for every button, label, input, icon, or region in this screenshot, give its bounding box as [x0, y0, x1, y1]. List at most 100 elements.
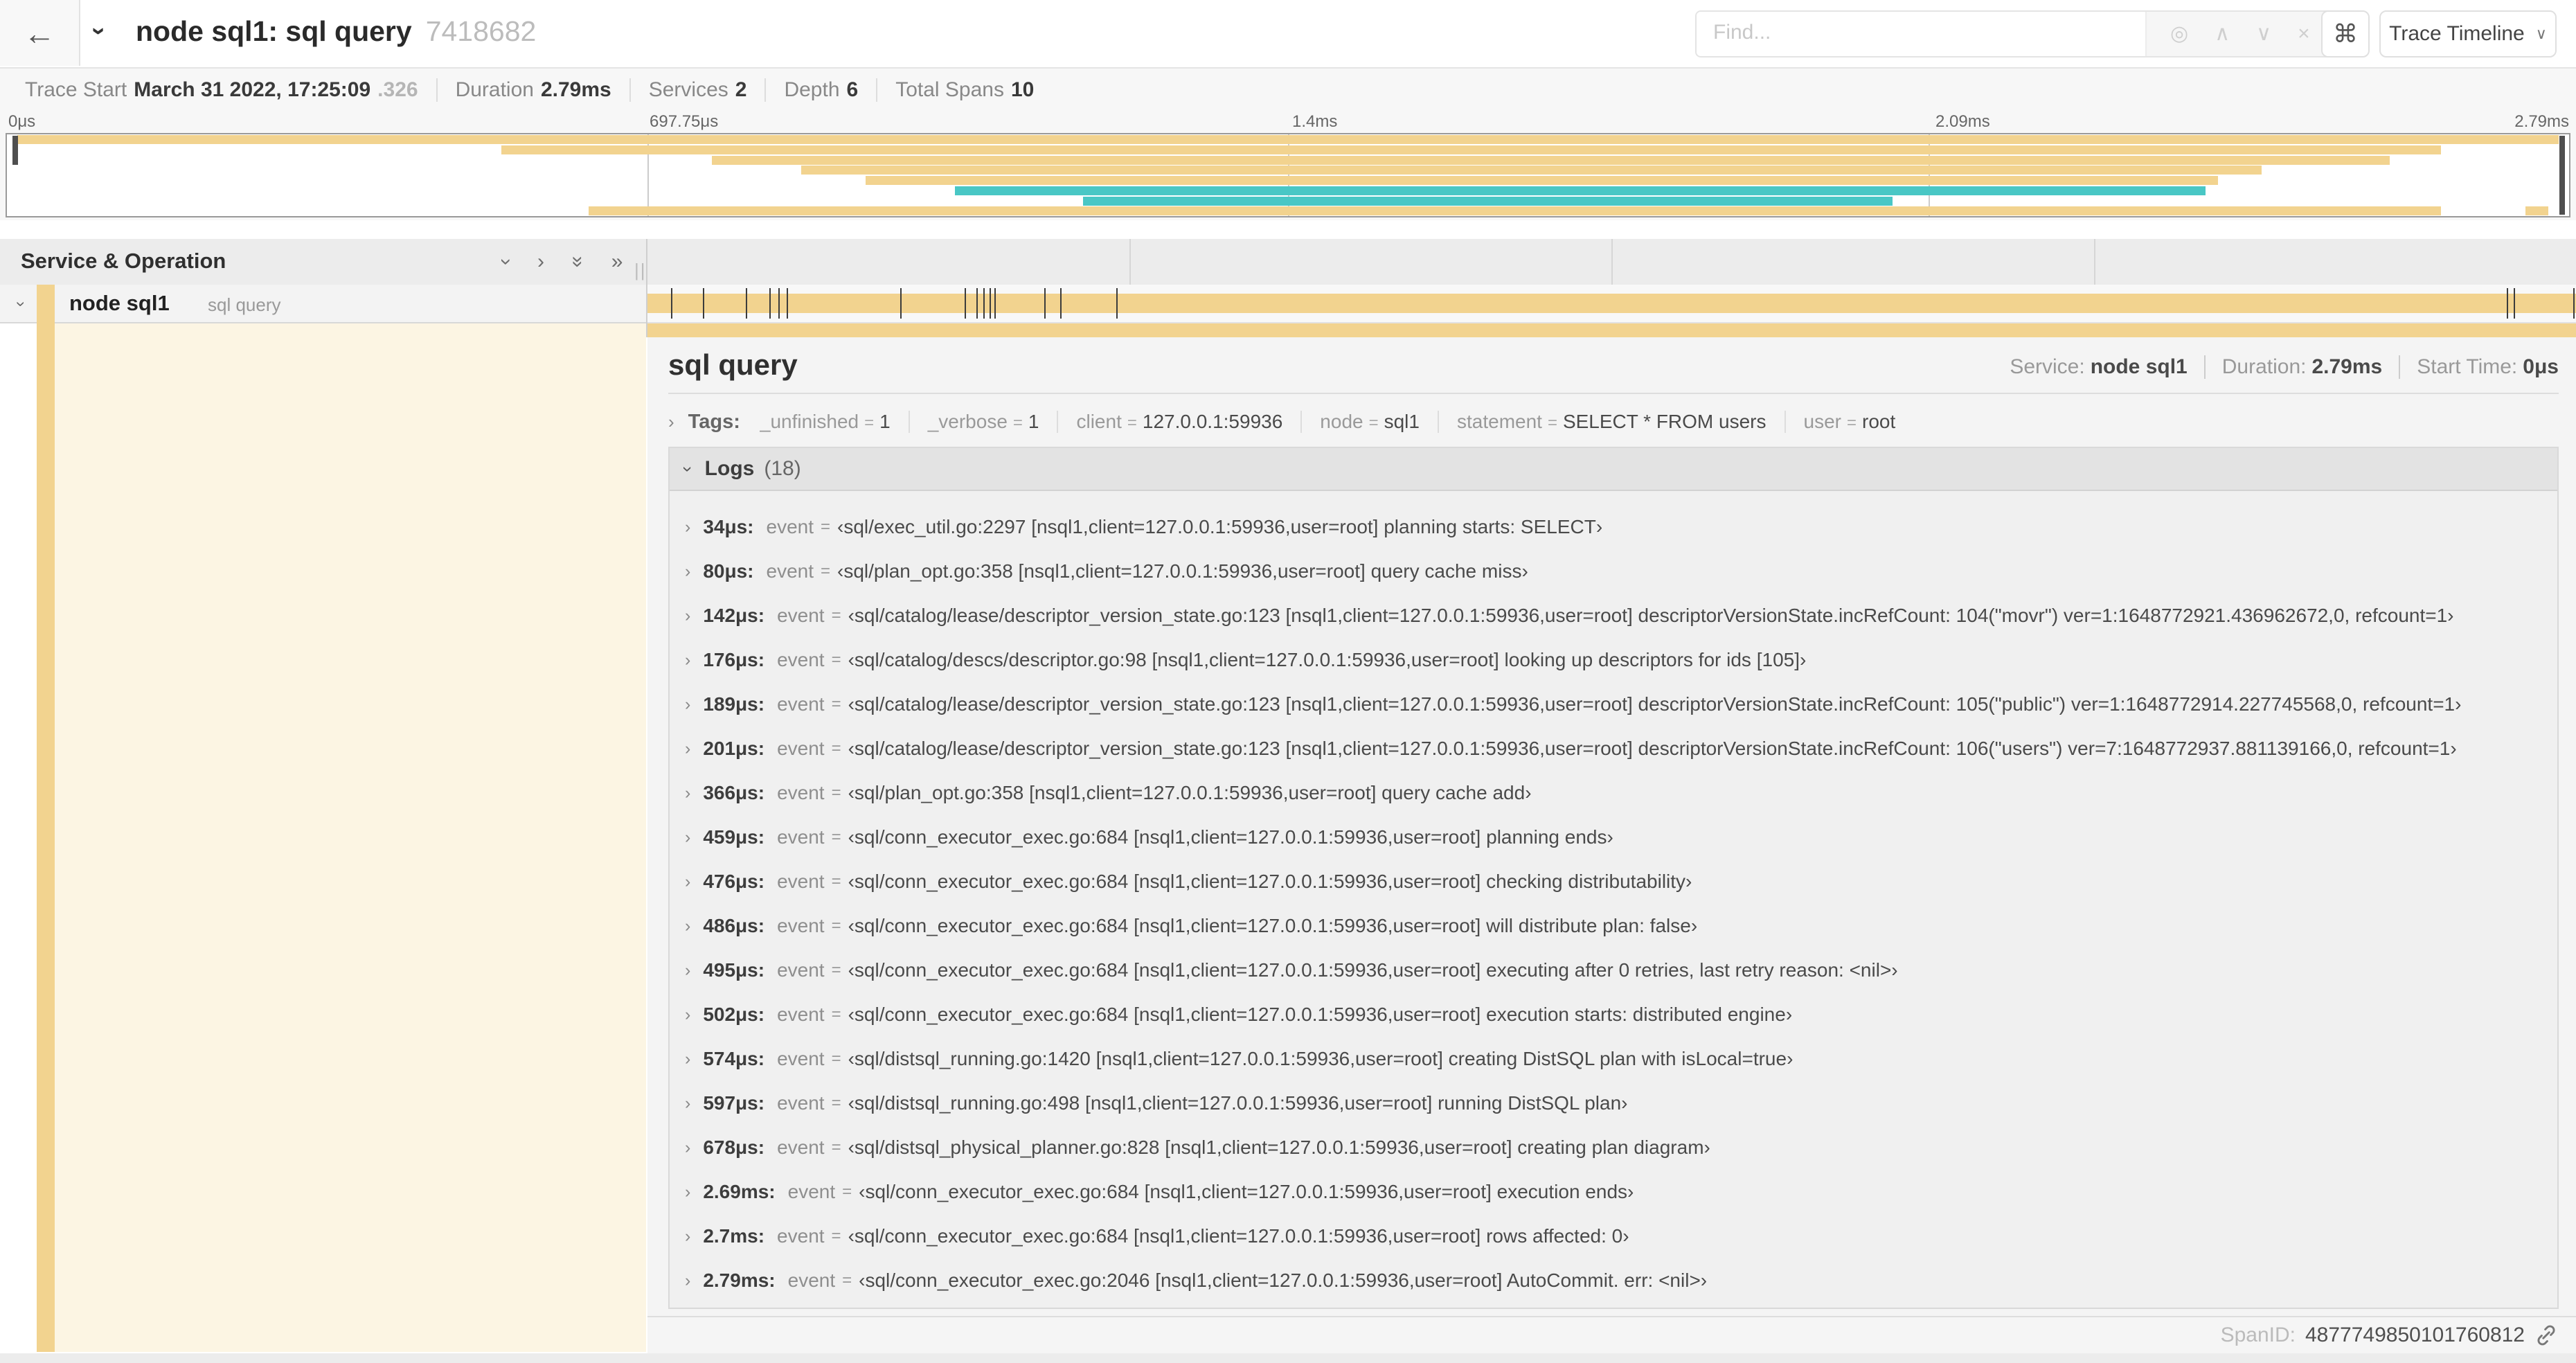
span-detail-panel: sql query Service: node sql1 Duration: 2.7…: [647, 337, 2576, 1339]
log-row[interactable]: › 476μs: event = ‹sql/conn_executor_exec…: [670, 859, 2557, 904]
minimap-span: [2525, 206, 2549, 216]
view-selector-button[interactable]: Trace Timeline ∨: [2379, 10, 2557, 57]
tag-value: sql1: [1384, 411, 1420, 432]
span-detail-header: sql query Service: node sql1 Duration: 2.7…: [668, 337, 2559, 393]
logs-section-toggle[interactable]: › Logs (18): [670, 448, 2557, 491]
tag-key: node: [1320, 411, 1363, 432]
log-field-value: ‹sql/exec_util.go:2297 [nsql1,client=127…: [837, 516, 1603, 537]
command-icon: ⌘: [2333, 19, 2358, 48]
log-row[interactable]: › 486μs: event = ‹sql/conn_executor_exec…: [670, 904, 2557, 948]
log-timestamp: 486μs:: [703, 915, 765, 936]
column-resizer-handle[interactable]: ||: [634, 260, 647, 281]
chevron-right-icon: ›: [685, 783, 691, 803]
equals-sign: =: [831, 916, 841, 935]
expand-all-icon[interactable]: »: [611, 250, 623, 274]
log-row[interactable]: › 201μs: event = ‹sql/catalog/lease/desc…: [670, 727, 2557, 771]
tag-key: statement: [1456, 411, 1542, 432]
chevron-right-icon: ›: [685, 960, 691, 980]
log-row[interactable]: › 142μs: event = ‹sql/catalog/lease/desc…: [670, 594, 2557, 638]
find-clear-icon[interactable]: ×: [2298, 24, 2310, 44]
log-timestamp: 189μs:: [703, 693, 765, 715]
log-row[interactable]: › 189μs: event = ‹sql/catalog/lease/desc…: [670, 682, 2557, 727]
tag-item[interactable]: node = sql1: [1302, 411, 1439, 433]
log-field-value: ‹sql/plan_opt.go:358 [nsql1,client=127.0…: [837, 560, 1528, 582]
minimap-left-scrubber[interactable]: [12, 136, 18, 165]
tag-item[interactable]: _verbose = 1: [910, 411, 1059, 433]
chevron-down-icon[interactable]: ›: [11, 301, 30, 307]
log-row[interactable]: › 2.7ms: event = ‹sql/conn_executor_exec…: [670, 1214, 2557, 1258]
find-input[interactable]: [1697, 12, 2145, 53]
link-icon[interactable]: [2534, 1324, 2558, 1347]
log-timestamp: 366μs:: [703, 782, 765, 803]
log-row[interactable]: › 366μs: event = ‹sql/plan_opt.go:358 [n…: [670, 771, 2557, 815]
log-row[interactable]: › 597μs: event = ‹sql/distsql_running.go…: [670, 1081, 2557, 1125]
log-field-key: event: [766, 516, 814, 537]
span-row-name-column[interactable]: › node sql1 sql query: [0, 285, 646, 323]
log-row[interactable]: › 80μs: event = ‹sql/plan_opt.go:358 [ns…: [670, 549, 2557, 594]
tag-item[interactable]: _unfinished = 1: [760, 411, 910, 433]
log-field-key: event: [777, 782, 825, 803]
log-timestamp: 678μs:: [703, 1137, 765, 1158]
minimap-right-scrubber[interactable]: [2559, 136, 2565, 215]
collapse-one-icon[interactable]: ›: [494, 258, 518, 265]
span-row[interactable]: › node sql1 sql query: [0, 285, 2576, 323]
tag-item[interactable]: user = root: [1786, 411, 1914, 433]
trace-minimap[interactable]: [6, 133, 2570, 217]
find-bar: ◎ ∧ ∨ ×: [1695, 10, 2335, 57]
log-timestamp: 476μs:: [703, 871, 765, 892]
keyboard-shortcuts-button[interactable]: ⌘: [2321, 10, 2370, 57]
tag-item[interactable]: client = 127.0.0.1:59936: [1058, 411, 1303, 433]
log-timestamp: 459μs:: [703, 826, 765, 848]
log-field-value: ‹sql/conn_executor_exec.go:2046 [nsql1,c…: [859, 1270, 1708, 1291]
log-row[interactable]: › 34μs: event = ‹sql/exec_util.go:2297 […: [670, 505, 2557, 549]
services-stat: Services 2: [631, 78, 767, 102]
tag-value: 1: [879, 411, 891, 432]
locate-icon[interactable]: ◎: [2170, 24, 2188, 44]
duration-meta: Duration: 2.79ms: [2206, 355, 2401, 379]
log-row[interactable]: › 502μs: event = ‹sql/conn_executor_exec…: [670, 992, 2557, 1037]
log-row[interactable]: › 2.79ms: event = ‹sql/conn_executor_exe…: [670, 1258, 2557, 1303]
log-marker: [1044, 288, 1046, 319]
log-timestamp: 574μs:: [703, 1048, 765, 1069]
span-id-value: 4877749850101760812: [2305, 1324, 2525, 1346]
log-field-key: event: [777, 605, 825, 626]
span-row-timeline[interactable]: [647, 285, 2576, 323]
log-timestamp: 597μs:: [703, 1092, 765, 1114]
trace-collapse-toggle[interactable]: ›: [86, 17, 114, 46]
find-prev-icon[interactable]: ∧: [2215, 24, 2230, 44]
tag-key: user: [1803, 411, 1841, 432]
log-row[interactable]: › 574μs: event = ‹sql/distsql_running.go…: [670, 1037, 2557, 1081]
minimap-axis: 0μs 697.75μs 1.4ms 2.09ms 2.79ms: [0, 112, 2576, 133]
equals-sign: =: [864, 413, 875, 432]
log-row[interactable]: › 176μs: event = ‹sql/catalog/descs/desc…: [670, 638, 2557, 682]
log-marker: [786, 288, 788, 319]
minimap-span: [955, 186, 2206, 195]
find-next-icon[interactable]: ∨: [2256, 24, 2271, 44]
trace-id: 7418682: [425, 15, 537, 47]
log-row[interactable]: › 459μs: event = ‹sql/conn_executor_exec…: [670, 815, 2557, 859]
expand-one-icon[interactable]: ›: [537, 250, 544, 274]
equals-sign: =: [831, 695, 841, 713]
log-row[interactable]: › 2.69ms: event = ‹sql/conn_executor_exe…: [670, 1170, 2557, 1214]
chevron-right-icon: ›: [685, 694, 691, 714]
span-duration-bar[interactable]: [647, 294, 2576, 313]
log-marker: [983, 288, 985, 319]
chevron-right-icon: ›: [685, 605, 691, 625]
log-timestamp: 176μs:: [703, 649, 765, 670]
view-selector-label: Trace Timeline: [2389, 22, 2525, 45]
log-row[interactable]: › 495μs: event = ‹sql/conn_executor_exec…: [670, 948, 2557, 992]
back-button[interactable]: ←: [0, 0, 80, 66]
log-field-value: ‹sql/distsql_running.go:498 [nsql1,clien…: [848, 1092, 1628, 1114]
chevron-down-icon: ›: [677, 465, 699, 472]
tags-section-toggle[interactable]: › Tags: _unfinished = 1 _verbose = 1 client =…: [668, 404, 2559, 440]
collapse-all-icon[interactable]: »: [566, 256, 589, 268]
log-timestamp: 80μs:: [703, 560, 754, 582]
log-marker: [2514, 288, 2516, 319]
log-field-key: event: [777, 1225, 825, 1247]
tag-value: 127.0.0.1:59936: [1142, 411, 1283, 432]
log-field-key: event: [787, 1181, 836, 1202]
tag-item[interactable]: statement = SELECT * FROM users: [1439, 411, 1786, 433]
chevron-right-icon: ›: [685, 650, 691, 670]
log-row[interactable]: › 678μs: event = ‹sql/distsql_physical_p…: [670, 1125, 2557, 1170]
log-field-value: ‹sql/conn_executor_exec.go:684 [nsql1,cl…: [848, 1225, 1629, 1247]
